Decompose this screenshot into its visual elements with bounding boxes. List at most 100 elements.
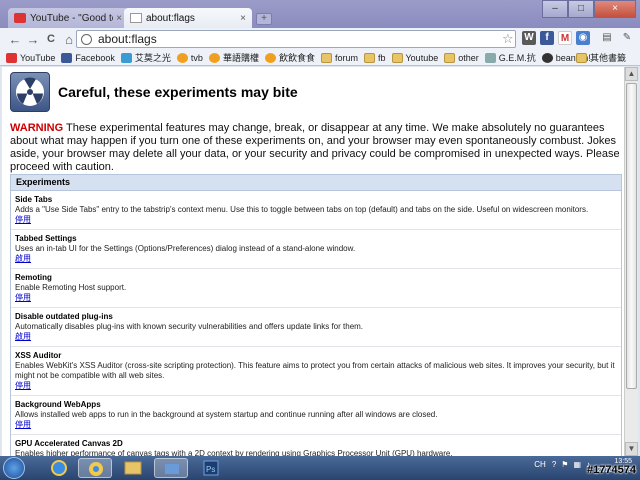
- bookmark-folder[interactable]: other: [444, 52, 479, 63]
- experiment-toggle-link[interactable]: 啟用: [15, 332, 31, 341]
- address-bar[interactable]: about:flags: [76, 30, 516, 48]
- browser-window: YouTube - "Good to be... × about:flags ×…: [0, 0, 640, 456]
- experiment-item: Tabbed Settings Uses an in-tab UI for the…: [11, 230, 621, 269]
- experiment-item: Background WebApps Allows installed web a…: [11, 396, 621, 435]
- reload-button[interactable]: C: [42, 33, 60, 45]
- bookmark-item[interactable]: YouTube: [6, 52, 55, 63]
- new-tab-button[interactable]: +: [256, 13, 272, 25]
- folder-icon: [444, 52, 456, 63]
- bookmarks-bar: YouTube Facebook 艾莫之光 tvb 華語購權 飲飲食食 foru…: [0, 50, 640, 66]
- forward-button[interactable]: →: [24, 32, 42, 47]
- youtube-icon: [6, 52, 17, 63]
- experiment-toggle-link[interactable]: 停用: [15, 420, 31, 429]
- tab-youtube[interactable]: YouTube - "Good to be... ×: [8, 8, 128, 28]
- experiment-item: GPU Accelerated Canvas 2D Enables higher …: [11, 435, 621, 456]
- experiment-description: Uses an in-tab UI for the Settings (Opti…: [15, 244, 356, 253]
- facebook-icon: [61, 52, 73, 63]
- maximize-button[interactable]: □: [568, 0, 594, 18]
- bird-icon: [120, 52, 132, 63]
- window-controls: – □ ×: [542, 0, 636, 18]
- youtube-icon: [14, 13, 26, 23]
- warning-text: These experimental features may change, …: [10, 122, 620, 173]
- scroll-down-button[interactable]: ▼: [625, 442, 638, 456]
- extension-facebook-icon[interactable]: f: [540, 31, 554, 45]
- vertical-scrollbar[interactable]: ▲ ▼: [624, 67, 638, 456]
- page-info-icon[interactable]: [81, 33, 92, 45]
- experiment-description: Allows installed web apps to run in the …: [15, 410, 438, 419]
- experiment-description: Enables higher performance of canvas tag…: [15, 449, 453, 456]
- warning-label: WARNING: [10, 122, 64, 134]
- scroll-up-button[interactable]: ▲: [625, 67, 638, 81]
- bookmark-folder[interactable]: forum: [320, 52, 358, 63]
- folder-icon: [575, 52, 587, 63]
- minimize-button[interactable]: –: [542, 0, 568, 18]
- bookmark-item[interactable]: G.E.M.抗: [484, 51, 536, 64]
- tab-about-flags-label: about:flags: [146, 12, 195, 24]
- warning-message: WARNING These experimental features may …: [10, 122, 622, 174]
- extension-rss-icon[interactable]: ◉: [576, 31, 590, 45]
- bookmark-item[interactable]: 艾莫之光: [120, 51, 171, 64]
- bookmark-folder[interactable]: Youtube: [391, 52, 438, 63]
- taskbar-ie-icon[interactable]: [42, 458, 76, 478]
- scrollbar-thumb[interactable]: [626, 83, 637, 389]
- experiment-name: Remoting: [15, 273, 52, 282]
- taskbar-network-icon[interactable]: [154, 458, 188, 478]
- taskbar-photoshop-icon[interactable]: Ps: [194, 458, 228, 478]
- experiment-toggle-link[interactable]: 停用: [15, 215, 31, 224]
- bookmark-item[interactable]: tvb: [176, 52, 203, 63]
- start-button[interactable]: [3, 457, 25, 479]
- experiment-name: XSS Auditor: [15, 351, 62, 360]
- svg-text:Ps: Ps: [206, 465, 215, 474]
- beanfun-icon: [541, 52, 553, 63]
- experiment-toggle-link[interactable]: 啟用: [15, 254, 31, 263]
- page-content: Careful, these experiments may bite WARN…: [2, 67, 624, 456]
- radiation-logo-icon: [10, 72, 50, 112]
- bookmark-folder[interactable]: fb: [363, 52, 386, 63]
- tab-youtube-label: YouTube - "Good to be...: [30, 12, 113, 24]
- bookmark-item[interactable]: Facebook: [61, 52, 115, 63]
- experiment-description: Enables WebKit's XSS Auditor (cross-site…: [15, 361, 615, 380]
- folder-icon: [363, 52, 375, 63]
- tray-network-icon[interactable]: ▦: [573, 460, 581, 469]
- experiment-name: GPU Accelerated Canvas 2D: [15, 439, 123, 448]
- extension-gmail-icon[interactable]: M: [558, 31, 572, 45]
- page-icon: [130, 13, 142, 23]
- bookmark-item[interactable]: 飲飲食食: [264, 51, 315, 64]
- experiment-description: Automatically disables plug-ins with kno…: [15, 322, 364, 331]
- tab-close-icon[interactable]: ×: [116, 13, 122, 24]
- tab-strip: YouTube - "Good to be... × about:flags ×…: [0, 0, 640, 28]
- experiment-name: Disable outdated plug-ins: [15, 312, 113, 321]
- taskbar-chrome-icon[interactable]: [78, 458, 112, 478]
- experiments-heading: Experiments: [11, 175, 621, 191]
- experiment-item: Side Tabs Adds a "Use Side Tabs" entry to…: [11, 191, 621, 230]
- folder-icon: [320, 52, 332, 63]
- taskbar-explorer-icon[interactable]: [116, 458, 150, 478]
- tray-help-icon[interactable]: ?: [552, 460, 556, 469]
- experiment-toggle-link[interactable]: 停用: [15, 293, 31, 302]
- experiment-description: Enable Remoting Host support.: [15, 283, 127, 292]
- experiment-item: Remoting Enable Remoting Host support. 停用: [11, 269, 621, 308]
- chat-icon: [264, 52, 276, 63]
- tab-close-icon[interactable]: ×: [240, 13, 246, 24]
- tab-about-flags[interactable]: about:flags ×: [124, 8, 252, 28]
- input-language[interactable]: CH: [534, 460, 546, 469]
- page-menu-icon[interactable]: ▤: [600, 31, 614, 45]
- bookmark-star-icon[interactable]: ☆: [502, 31, 514, 47]
- back-button[interactable]: ←: [6, 32, 24, 47]
- taskbar: Ps CH ? ⚑ ▦ ♪ 13:55 2010/10/19: [0, 456, 640, 480]
- experiment-item: Disable outdated plug-ins Automatically d…: [11, 308, 621, 347]
- wrench-menu-icon[interactable]: ✎: [620, 31, 634, 45]
- experiment-name: Tabbed Settings: [15, 234, 77, 243]
- extension-w-icon[interactable]: W: [522, 31, 536, 45]
- other-bookmarks[interactable]: 其他書籤: [575, 51, 626, 64]
- page-header: Careful, these experiments may bite: [10, 72, 298, 112]
- bookmark-item[interactable]: 華語購權: [208, 51, 259, 64]
- experiment-item: XSS Auditor Enables WebKit's XSS Auditor …: [11, 347, 621, 396]
- experiment-name: Background WebApps: [15, 400, 101, 409]
- experiments-list: Side Tabs Adds a "Use Side Tabs" entry to…: [11, 191, 621, 456]
- person-icon: [484, 52, 496, 63]
- close-button[interactable]: ×: [594, 0, 636, 18]
- folder-icon: [391, 52, 403, 63]
- tray-flag-icon[interactable]: ⚑: [561, 460, 568, 469]
- experiment-toggle-link[interactable]: 停用: [15, 381, 31, 390]
